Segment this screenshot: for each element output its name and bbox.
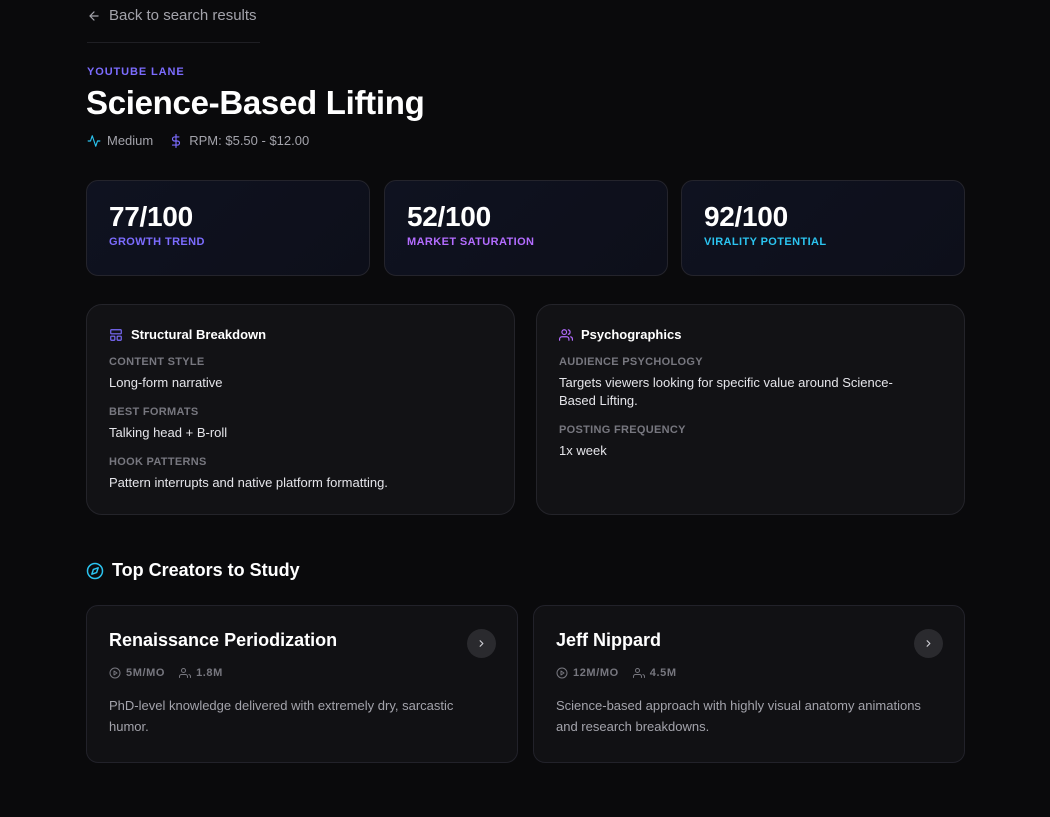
subscribers-stat: 1.8M [179, 667, 223, 679]
field-label: AUDIENCE PSYCHOLOGY [559, 356, 703, 368]
creator-description: PhD-level knowledge delivered with extre… [109, 698, 454, 734]
stat-card-growth: 77/100 GROWTH TREND [86, 180, 370, 276]
stat-card-saturation: 52/100 MARKET SATURATION [384, 180, 668, 276]
panel-title: Psychographics [581, 327, 682, 342]
arrow-left-icon [89, 10, 99, 21]
creator-name: Jeff Nippard [556, 630, 662, 650]
panel-header: Structural Breakdown [109, 327, 492, 342]
creator-card[interactable]: Jeff Nippard 12M/MO 4.5M Science-based a… [533, 605, 965, 763]
compass-icon [86, 562, 104, 579]
field-label: HOOK PATTERNS [109, 456, 207, 468]
users-icon [632, 668, 645, 678]
difficulty-label: Medium [107, 133, 154, 148]
field-label: POSTING FREQUENCY [559, 424, 686, 436]
views-value: 5M/MO [126, 667, 166, 679]
stat-label: VIRALITY POTENTIAL [704, 236, 827, 248]
rpm-meta: RPM: $5.50 - $12.00 [169, 133, 309, 148]
field-label: CONTENT STYLE [109, 356, 205, 368]
back-link[interactable]: Back to search results [87, 7, 257, 24]
divider [87, 42, 260, 43]
stat-card-virality: 92/100 VIRALITY POTENTIAL [681, 180, 965, 276]
play-icon [556, 667, 568, 679]
back-link-label: Back to search results [109, 7, 257, 24]
panel-title: Structural Breakdown [131, 327, 267, 342]
field-value: Long-form narrative [109, 375, 223, 390]
open-creator-button[interactable] [467, 629, 496, 658]
creator-description: Science-based approach with highly visua… [556, 698, 921, 734]
subscribers-value: 1.8M [196, 667, 223, 679]
chevron-right-icon [479, 640, 484, 647]
activity-icon [87, 134, 101, 147]
views-stat: 5M/MO [109, 667, 165, 679]
chevron-right-icon [926, 640, 931, 647]
dollar-icon [172, 133, 181, 148]
views-stat: 12M/MO [556, 667, 619, 679]
field-value: Targets viewers looking for specific val… [559, 375, 893, 408]
page-title: Science-Based Lifting [86, 84, 425, 121]
stat-label: GROWTH TREND [109, 236, 205, 248]
psychographics-panel: Psychographics AUDIENCE PSYCHOLOGY Targe… [536, 304, 965, 515]
page: Back to search results YOUTUBE LANE Scie… [0, 0, 1050, 817]
stat-value: 52/100 [407, 201, 491, 232]
open-creator-button[interactable] [914, 629, 943, 658]
section-title: Top Creators to Study [112, 560, 300, 580]
stat-value: 77/100 [109, 201, 193, 232]
meta-row: Medium RPM: $5.50 - $12.00 [87, 133, 309, 148]
section-heading: Top Creators to Study [86, 560, 300, 581]
subscribers-value: 4.5M [649, 667, 677, 679]
stat-value: 92/100 [704, 201, 788, 232]
subscribers-stat: 4.5M [632, 667, 677, 679]
structural-breakdown-panel: Structural Breakdown CONTENT STYLE Long-… [86, 304, 515, 515]
users-icon [559, 328, 573, 341]
field-value: Talking head + B-roll [109, 425, 228, 440]
creator-card[interactable]: Renaissance Periodization 5M/MO 1.8M PhD… [86, 605, 518, 763]
field-label: BEST FORMATS [109, 406, 199, 418]
rpm-label: RPM: $5.50 - $12.00 [189, 133, 310, 148]
lane-eyebrow: YOUTUBE LANE [87, 66, 185, 78]
play-icon [109, 667, 121, 679]
panel-header: Psychographics [559, 327, 942, 342]
creator-stats: 12M/MO 4.5M [556, 667, 942, 679]
stat-label: MARKET SATURATION [407, 236, 535, 248]
views-value: 12M/MO [573, 667, 619, 679]
difficulty-meta: Medium [87, 133, 153, 148]
users-icon [179, 668, 192, 678]
field-value: 1x week [559, 443, 607, 458]
layout-icon [110, 328, 122, 341]
creator-stats: 5M/MO 1.8M [109, 667, 495, 679]
field-value: Pattern interrupts and native platform f… [109, 475, 388, 490]
creator-name: Renaissance Periodization [109, 630, 338, 650]
